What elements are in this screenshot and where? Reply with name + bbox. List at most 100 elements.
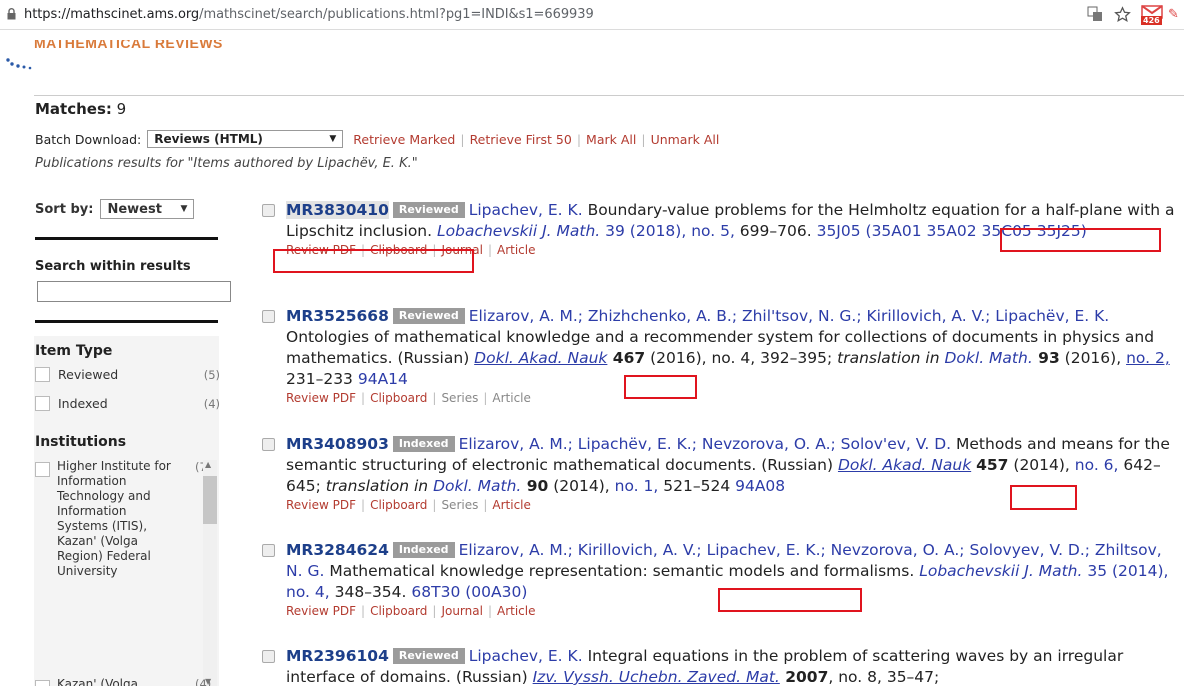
lock-icon	[7, 8, 16, 20]
issue-info: (2014),	[1008, 456, 1075, 474]
translation-label: translation in	[325, 477, 429, 495]
review-pdf-link[interactable]: Review PDF	[286, 498, 356, 512]
volume: 93	[1032, 349, 1060, 367]
journal-link[interactable]: Lobachevskii J. Math.	[919, 562, 1082, 580]
issue-link[interactable]: no. 2,	[1126, 349, 1170, 367]
classification-link[interactable]: 94A08	[735, 477, 785, 495]
separator: |	[460, 131, 465, 147]
journal-link[interactable]: Dokl. Akad. Nauk	[838, 456, 971, 474]
author-link[interactable]: Lipachev, E. K.	[469, 647, 583, 665]
pages: 699–706.	[734, 222, 817, 240]
clipboard-link[interactable]: Clipboard	[370, 498, 427, 512]
search-within-input[interactable]	[37, 281, 231, 302]
mark-checkbox[interactable]	[262, 204, 275, 217]
batch-download-select[interactable]: Reviews (HTML) ▼	[147, 130, 344, 148]
facet-item-indexed[interactable]: Indexed (4)	[35, 396, 220, 411]
article-link[interactable]: Article	[492, 391, 531, 405]
issue-info: (2016), no. 4, 392–395;	[645, 349, 838, 367]
highlight-box	[1000, 228, 1161, 252]
url-text[interactable]: https://mathscinet.ams.org/mathscinet/se…	[24, 7, 594, 22]
review-pdf-link[interactable]: Review PDF	[286, 391, 356, 405]
sort-select[interactable]: Newest ▼	[100, 199, 195, 219]
mr-number-link[interactable]: MR3525668	[286, 307, 389, 325]
batch-download-label: Batch Download:	[35, 131, 142, 147]
gmail-icon[interactable]: 426	[1141, 4, 1163, 26]
url-path: /mathscinet/search/publications.html?pg1…	[199, 7, 594, 22]
series-link[interactable]: Series	[441, 391, 478, 405]
issue-info: (2014),	[548, 477, 615, 495]
author-link[interactable]: Elizarov, A. M.; Lipachëv, E. K.; Nevzor…	[459, 435, 952, 453]
mr-number-link[interactable]: MR3408903	[286, 435, 389, 453]
mr-number-link[interactable]: MR3830410	[286, 201, 389, 219]
journal-link[interactable]: Dokl. Math.	[945, 349, 1033, 367]
mark-checkbox[interactable]	[262, 438, 275, 451]
mr-number-link[interactable]: MR3284624	[286, 541, 389, 559]
checkbox[interactable]	[35, 462, 50, 477]
pages: 348–354.	[329, 583, 412, 601]
extension-icon[interactable]: ✎	[1168, 7, 1179, 22]
logo-dots-icon	[6, 58, 32, 70]
article-link[interactable]: Article	[497, 604, 536, 618]
star-icon[interactable]	[1114, 6, 1131, 23]
highlight-box	[273, 249, 474, 273]
volume: 457	[976, 456, 1009, 474]
facet-label: Reviewed	[58, 367, 119, 382]
publications-results-caption: Publications results for "Items authored…	[35, 156, 418, 171]
translation-label: translation in	[837, 349, 940, 367]
sort-value: Newest	[107, 201, 162, 217]
status-badge: Reviewed	[392, 308, 465, 324]
checkbox[interactable]	[35, 396, 50, 411]
series-link[interactable]: Series	[441, 498, 478, 512]
journal-link[interactable]: Lobachevskii J. Math.	[437, 222, 600, 240]
checkbox[interactable]	[35, 367, 50, 382]
mark-checkbox[interactable]	[262, 650, 275, 663]
status-badge: Indexed	[392, 542, 455, 558]
dropdown-arrow-icon: ▼	[180, 204, 188, 214]
author-link[interactable]: Lipachev, E. K.	[469, 201, 583, 219]
facet-item-reviewed[interactable]: Reviewed (5)	[35, 367, 220, 382]
matches-count: Matches: 9	[35, 100, 126, 118]
mark-checkbox[interactable]	[262, 544, 275, 557]
journal-action-link[interactable]: Journal	[441, 604, 483, 618]
review-pdf-link[interactable]: Review PDF	[286, 604, 356, 618]
clipboard-link[interactable]: Clipboard	[370, 391, 427, 405]
article-link[interactable]: Article	[492, 498, 531, 512]
journal-link[interactable]: Dokl. Akad. Nauk	[474, 349, 607, 367]
facet-count: (4)	[195, 677, 212, 686]
scrollbar-thumb[interactable]	[203, 476, 217, 524]
author-link[interactable]: Elizarov, A. M.; Zhizhchenko, A. B.; Zhi…	[469, 307, 1110, 325]
article-link[interactable]: Article	[497, 243, 536, 257]
highlight-box	[1010, 485, 1077, 510]
scroll-up-icon[interactable]: ▲	[205, 460, 211, 469]
translate-icon[interactable]	[1087, 6, 1103, 22]
unmark-all-link[interactable]: Unmark All	[651, 132, 720, 147]
checkbox[interactable]	[35, 680, 50, 686]
volume: 90	[521, 477, 549, 495]
url-host: https://mathscinet.ams.org	[24, 7, 200, 22]
retrieve-first-50-link[interactable]: Retrieve First 50	[470, 132, 572, 147]
mark-checkbox[interactable]	[262, 310, 275, 323]
volume: 2007	[779, 668, 829, 686]
classification-link[interactable]: 94A14	[358, 370, 408, 388]
journal-link[interactable]: Izv. Vyssh. Uchebn. Zaved. Mat.	[533, 668, 780, 686]
result-actions: Review PDF | Clipboard | Series | Article	[286, 391, 531, 405]
issue-link[interactable]: no. 6,	[1075, 456, 1119, 474]
facet-label: Indexed	[58, 396, 108, 411]
mr-number-link[interactable]: MR2396104	[286, 647, 389, 665]
facet-count: (4)	[203, 396, 220, 411]
status-badge: Indexed	[392, 436, 455, 452]
mark-all-link[interactable]: Mark All	[586, 132, 636, 147]
clipboard-link[interactable]: Clipboard	[370, 604, 427, 618]
journal-link[interactable]: Dokl. Math.	[433, 477, 521, 495]
dropdown-arrow-icon: ▼	[329, 134, 337, 144]
highlight-box	[624, 375, 697, 399]
classification-link[interactable]: 68T30 (00A30)	[411, 583, 527, 601]
highlight-box	[718, 588, 862, 612]
volume-link[interactable]: 39 (2018), no. 5,	[600, 222, 735, 240]
institutions-title: Institutions	[35, 434, 127, 450]
browser-address-bar[interactable]: https://mathscinet.ams.org/mathscinet/se…	[0, 0, 1184, 30]
matches-label: Matches:	[35, 100, 112, 118]
issue-link[interactable]: no. 1,	[615, 477, 659, 495]
retrieve-marked-link[interactable]: Retrieve Marked	[353, 132, 455, 147]
sidebar-divider	[35, 237, 218, 240]
